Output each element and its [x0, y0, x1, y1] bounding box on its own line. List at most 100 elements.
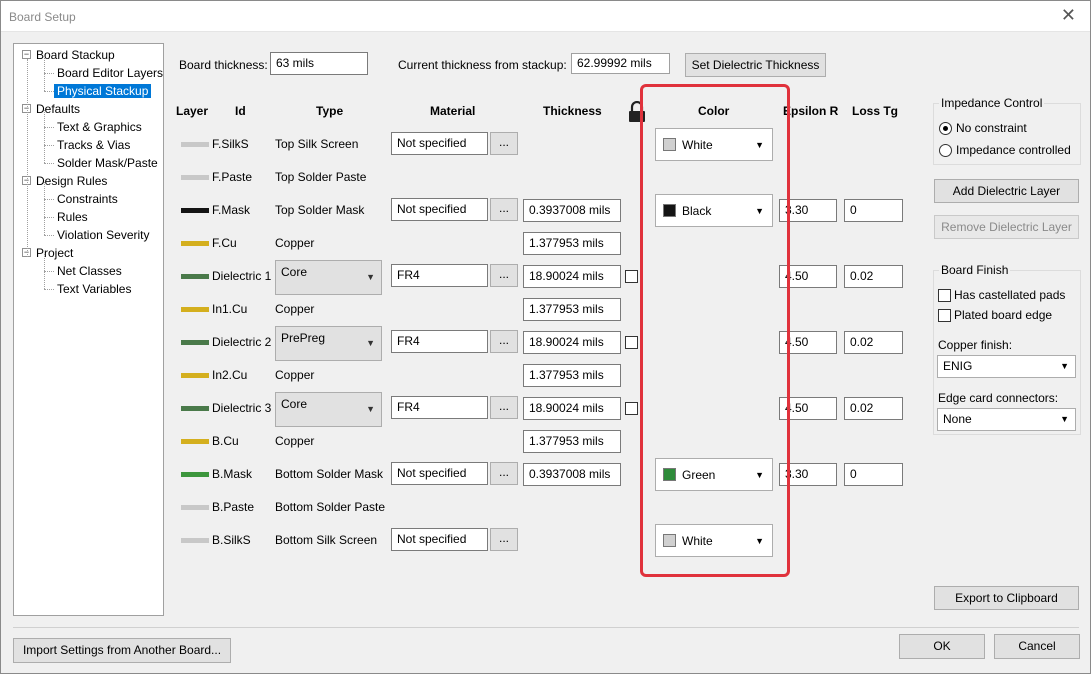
tree-item[interactable]: Constraints [57, 190, 118, 208]
import-settings-button[interactable]: Import Settings from Another Board... [13, 638, 231, 663]
layer-id: In2.Cu [212, 368, 248, 382]
thickness-input[interactable]: 18.90024 mils [523, 331, 621, 354]
plated-edge-checkbox[interactable] [938, 309, 951, 322]
copper-finish-select[interactable]: ENIG ▼ [937, 355, 1076, 378]
tree-item[interactable]: Project [36, 244, 73, 262]
export-to-clipboard-button[interactable]: Export to Clipboard [934, 586, 1079, 610]
tree-collapse-icon[interactable]: − [22, 50, 31, 59]
castellated-checkbox[interactable] [938, 289, 951, 302]
thickness-input[interactable]: 18.90024 mils [523, 397, 621, 420]
layer-swatch [181, 142, 209, 147]
settings-tree[interactable]: − Board Stackup Board Editor Layers Physica… [13, 43, 164, 616]
no-constraint-radio[interactable] [939, 122, 952, 135]
tree-item-label: Violation Severity [57, 228, 150, 242]
tree-connector [44, 272, 45, 289]
material-browse-button[interactable]: ... [490, 528, 518, 551]
material-browse-button[interactable]: ... [490, 264, 518, 287]
cancel-button[interactable]: Cancel [994, 634, 1080, 659]
impedance-controlled-label: Impedance controlled [956, 143, 1071, 157]
tree-item-label: Tracks & Vias [57, 138, 131, 152]
add-dielectric-layer-button[interactable]: Add Dielectric Layer [934, 179, 1079, 203]
material-browse-button[interactable]: ... [490, 132, 518, 155]
tree-item[interactable]: Physical Stackup [54, 82, 152, 100]
material-input[interactable]: FR4 [391, 396, 488, 419]
tree-item[interactable]: Tracks & Vias [57, 136, 130, 154]
layer-type: Bottom Solder Paste [275, 500, 386, 514]
tree-item[interactable]: Defaults [36, 100, 80, 118]
loss-tangent-input[interactable]: 0 [844, 463, 903, 486]
tree-item[interactable]: Design Rules [36, 172, 107, 190]
material-browse-button[interactable]: ... [490, 198, 518, 221]
material-browse-button[interactable]: ... [490, 462, 518, 485]
tree-connector [44, 73, 54, 74]
ok-button[interactable]: OK [899, 634, 985, 659]
thickness-input[interactable]: 1.377953 mils [523, 430, 621, 453]
tree-item[interactable]: Net Classes [57, 262, 122, 280]
material-input[interactable]: Not specified [391, 132, 488, 155]
tree-connector [44, 199, 54, 200]
material-input[interactable]: Not specified [391, 528, 488, 551]
thickness-input[interactable]: 0.3937008 mils [523, 463, 621, 486]
chevron-down-icon: ▼ [1060, 414, 1069, 424]
tree-connector [27, 59, 28, 257]
edge-card-label: Edge card connectors: [938, 391, 1059, 405]
tree-item[interactable]: Rules [57, 208, 88, 226]
layer-type-select[interactable]: Core ▼ [275, 260, 382, 295]
layer-id: B.SilkS [212, 533, 251, 547]
thickness-lock-checkbox[interactable] [625, 402, 638, 415]
material-input[interactable]: Not specified [391, 198, 488, 221]
set-dielectric-thickness-button[interactable]: Set Dielectric Thickness [685, 53, 826, 77]
thickness-input[interactable]: 1.377953 mils [523, 364, 621, 387]
impedance-controlled-radio[interactable] [939, 144, 952, 157]
tree-item-label: Rules [57, 210, 88, 224]
thickness-input[interactable]: 0.3937008 mils [523, 199, 621, 222]
thickness-lock-checkbox[interactable] [625, 336, 638, 349]
board-thickness-input[interactable]: 63 mils [270, 52, 368, 75]
material-input[interactable]: FR4 [391, 264, 488, 287]
loss-tangent-input[interactable]: 0.02 [844, 331, 903, 354]
layer-type-select[interactable]: PrePreg ▼ [275, 326, 382, 361]
layer-type: Copper [275, 236, 315, 250]
thickness-input[interactable]: 1.377953 mils [523, 232, 621, 255]
header-thickness: Thickness [543, 104, 602, 118]
close-icon[interactable]: ✕ [1061, 5, 1076, 26]
layer-type: Copper [275, 368, 315, 382]
material-browse-button[interactable]: ... [490, 396, 518, 419]
board-thickness-label: Board thickness: [179, 58, 268, 72]
loss-tangent-input[interactable]: 0 [844, 199, 903, 222]
tree-item[interactable]: Violation Severity [57, 226, 150, 244]
edge-card-select[interactable]: None ▼ [937, 408, 1076, 431]
tree-item[interactable]: Solder Mask/Paste [57, 154, 158, 172]
layer-swatch [181, 274, 209, 279]
thickness-lock-checkbox[interactable] [625, 270, 638, 283]
layer-id: Dielectric 2 [212, 335, 272, 349]
thickness-input[interactable]: 18.90024 mils [523, 265, 621, 288]
tree-item[interactable]: Board Editor Layers [57, 64, 163, 82]
layer-type-select[interactable]: Core ▼ [275, 392, 382, 427]
tree-connector [44, 74, 45, 91]
material-input[interactable]: FR4 [391, 330, 488, 353]
thickness-input[interactable]: 1.377953 mils [523, 298, 621, 321]
tree-item[interactable]: Text & Graphics [57, 118, 142, 136]
castellated-label: Has castellated pads [954, 288, 1066, 302]
layer-id: F.Paste [212, 170, 253, 184]
tree-connector [44, 128, 45, 145]
tree-item-label: Constraints [57, 192, 118, 206]
chevron-down-icon: ▼ [366, 272, 375, 282]
tree-connector [44, 146, 45, 163]
plated-edge-label: Plated board edge [954, 308, 1053, 322]
tree-item[interactable]: Board Stackup [36, 46, 115, 64]
loss-tangent-input[interactable]: 0.02 [844, 265, 903, 288]
bottom-separator [13, 627, 1079, 628]
material-input[interactable]: Not specified [391, 462, 488, 485]
layer-type: Top Solder Paste [275, 170, 367, 184]
copper-finish-value: ENIG [943, 359, 973, 373]
loss-tangent-input[interactable]: 0.02 [844, 397, 903, 420]
layer-type-value: Core [281, 397, 308, 411]
material-browse-button[interactable]: ... [490, 330, 518, 353]
remove-dielectric-layer-button[interactable]: Remove Dielectric Layer [934, 215, 1079, 239]
tree-item[interactable]: Text Variables [57, 280, 131, 298]
no-constraint-label: No constraint [956, 121, 1027, 135]
board-setup-dialog: Board Setup ✕ − Board Stackup Board Editor… [0, 0, 1091, 674]
tree-connector [44, 235, 54, 236]
